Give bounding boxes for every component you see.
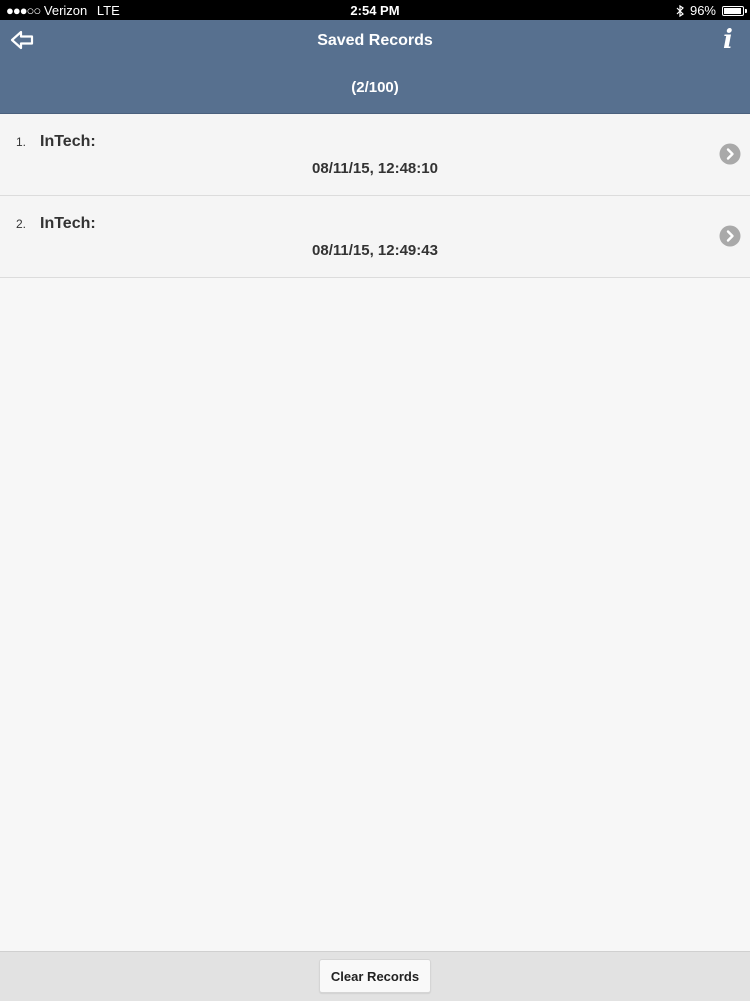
record-timestamp: 08/11/15, 12:49:43 <box>312 242 438 259</box>
record-name: InTech: <box>40 215 96 232</box>
bottom-toolbar: Clear Records <box>0 951 750 1001</box>
battery-icon <box>722 5 747 16</box>
chevron-right-icon[interactable] <box>719 143 741 165</box>
record-row-2[interactable]: 2. InTech: 08/11/15, 12:49:43 <box>0 196 750 278</box>
record-timestamp: 08/11/15, 12:48:10 <box>312 160 438 177</box>
info-button[interactable]: i <box>718 26 738 54</box>
info-icon: i <box>723 25 733 55</box>
navigation-bar: Saved Records (2/100) i <box>0 20 750 114</box>
record-list: 1. InTech: 08/11/15, 12:48:10 2. InTech:… <box>0 114 750 278</box>
clear-records-button[interactable]: Clear Records <box>319 959 431 993</box>
record-name: InTech: <box>40 133 96 150</box>
status-right: 96% <box>676 3 747 18</box>
bluetooth-icon <box>676 4 684 17</box>
page-title: Saved Records <box>317 32 433 49</box>
record-index: 2. <box>16 217 27 231</box>
record-index: 1. <box>16 135 27 149</box>
chevron-right-icon[interactable] <box>719 225 741 247</box>
battery-level-fill <box>724 7 742 14</box>
battery-percent: 96% <box>689 3 716 18</box>
status-bar: ●●●○○ Verizon LTE 2:54 PM 96% <box>0 0 750 20</box>
record-row-1[interactable]: 1. InTech: 08/11/15, 12:48:10 <box>0 114 750 196</box>
status-time: 2:54 PM <box>350 3 400 18</box>
record-count: (2/100) <box>351 79 399 96</box>
